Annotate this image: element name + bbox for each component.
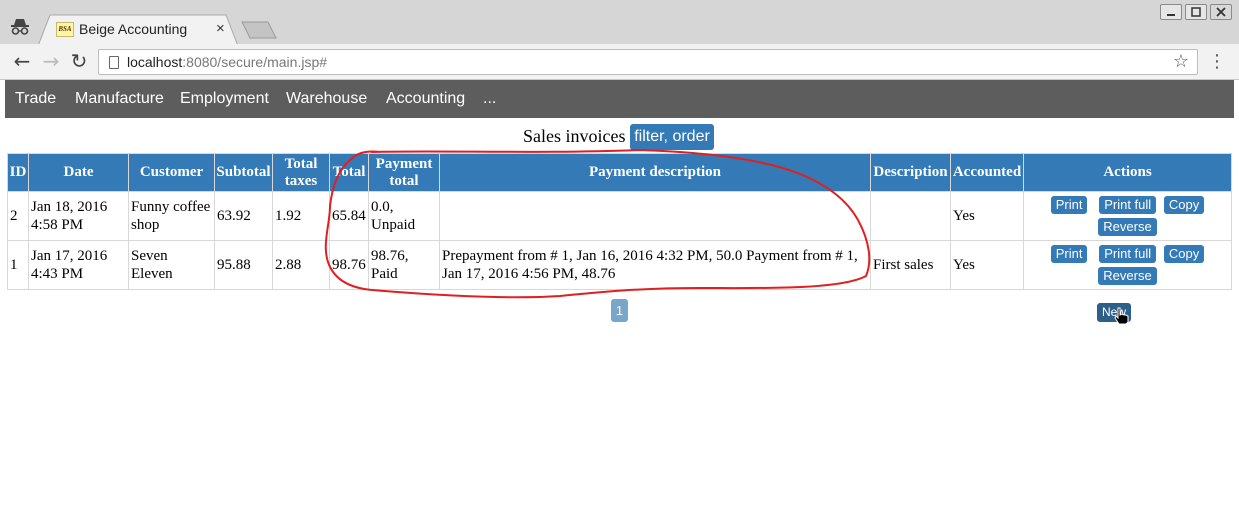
col-header-payment-description: Payment description (439, 153, 871, 192)
col-header-date: Date (28, 153, 129, 192)
col-header-total: Total (329, 153, 369, 192)
cell-subtotal: 95.88 (214, 240, 273, 290)
cell-accounted: Yes (950, 191, 1024, 241)
table-row: 1 Jan 17, 2016 4:43 PM Seven Eleven 95.8… (7, 240, 1232, 290)
nav-item-accounting[interactable]: Accounting (386, 90, 465, 108)
cell-actions: Print Print full Copy Reverse (1023, 240, 1232, 290)
copy-button[interactable]: Copy (1163, 196, 1205, 214)
tab-title: Beige Accounting (79, 21, 188, 37)
close-icon[interactable]: × (216, 20, 225, 37)
cell-customer: Seven Eleven (128, 240, 215, 290)
cell-subtotal: 63.92 (214, 191, 273, 241)
star-icon[interactable]: ☆ (1173, 51, 1189, 72)
cell-date: Jan 17, 2016 4:43 PM (28, 240, 129, 290)
window-close-icon (1216, 7, 1226, 17)
col-header-accounted: Accounted (950, 153, 1024, 192)
incognito-icon (11, 19, 29, 35)
col-header-id: ID (7, 153, 29, 192)
minimize-button[interactable] (1160, 4, 1182, 20)
filter-order-button[interactable]: filter, order (630, 124, 714, 150)
minimize-icon (1167, 14, 1175, 16)
browser-tab-active[interactable]: BSA Beige Accounting × (38, 14, 238, 46)
cell-accounted: Yes (950, 240, 1024, 290)
nav-item-employment[interactable]: Employment (180, 90, 269, 108)
maximize-button[interactable] (1185, 4, 1207, 20)
reverse-button[interactable]: Reverse (1098, 267, 1157, 285)
cell-payment-description: Prepayment from # 1, Jan 16, 2016 4:32 P… (439, 240, 871, 290)
table-header-row: ID Date Customer Subtotal Total taxes To… (7, 153, 1232, 192)
cell-total: 65.84 (329, 191, 369, 241)
cell-description: First sales (870, 240, 951, 290)
favicon: BSA (56, 22, 74, 37)
browser-titlebar: BSA Beige Accounting × (0, 0, 1239, 46)
maximize-icon (1191, 7, 1201, 17)
col-header-total-taxes: Total taxes (272, 153, 330, 192)
print-full-button[interactable]: Print full (1099, 245, 1157, 263)
reverse-button[interactable]: Reverse (1098, 218, 1157, 236)
col-header-subtotal: Subtotal (214, 153, 273, 192)
table-row: 2 Jan 18, 2016 4:58 PM Funny coffee shop… (7, 191, 1232, 241)
col-header-actions: Actions (1023, 153, 1232, 192)
cell-total-taxes: 2.88 (272, 240, 330, 290)
new-tab-button[interactable] (241, 21, 277, 39)
cell-customer: Funny coffee shop (128, 191, 215, 241)
reload-icon[interactable]: ↻ (69, 51, 89, 72)
url-path: :8080/secure/main.jsp# (182, 54, 328, 70)
cell-payment-description (439, 191, 871, 241)
menu-icon[interactable]: ⋮ (1208, 52, 1226, 72)
cell-payment-total: 0.0, Unpaid (368, 191, 440, 241)
app-navbar: Trade Manufacture Employment Warehouse A… (5, 80, 1234, 118)
back-icon[interactable]: ← (12, 51, 32, 72)
cell-total-taxes: 1.92 (272, 191, 330, 241)
print-full-button[interactable]: Print full (1099, 196, 1157, 214)
col-header-description: Description (870, 153, 951, 192)
col-header-payment-total: Payment total (368, 153, 440, 192)
print-button[interactable]: Print (1050, 245, 1088, 263)
pagination-page-1[interactable]: 1 (611, 299, 628, 322)
cell-id: 2 (7, 191, 29, 241)
page-icon (109, 56, 119, 69)
sales-invoices-table: ID Date Customer Subtotal Total taxes To… (7, 153, 1232, 290)
nav-item-warehouse[interactable]: Warehouse (286, 90, 367, 108)
url-text: localhost:8080/secure/main.jsp# (127, 54, 327, 70)
nav-item-manufacture[interactable]: Manufacture (75, 90, 164, 108)
browser-toolbar: ← → ↻ localhost:8080/secure/main.jsp# ☆ … (0, 44, 1239, 80)
hand-cursor-icon (1114, 307, 1129, 325)
print-button[interactable]: Print (1050, 196, 1088, 214)
nav-item-trade[interactable]: Trade (15, 90, 56, 108)
col-header-customer: Customer (128, 153, 215, 192)
page-title: Sales invoices (523, 126, 626, 146)
nav-item-more[interactable]: ... (483, 90, 496, 108)
cell-id: 1 (7, 240, 29, 290)
cell-date: Jan 18, 2016 4:58 PM (28, 191, 129, 241)
cell-description (870, 191, 951, 241)
cell-payment-total: 98.76, Paid (368, 240, 440, 290)
window-close-button[interactable] (1210, 4, 1232, 20)
url-host: localhost (127, 54, 183, 70)
cell-total: 98.76 (329, 240, 369, 290)
cell-actions: Print Print full Copy Reverse (1023, 191, 1232, 241)
forward-icon[interactable]: → (41, 51, 61, 72)
copy-button[interactable]: Copy (1163, 245, 1205, 263)
address-bar[interactable]: localhost:8080/secure/main.jsp# ☆ (98, 49, 1198, 75)
